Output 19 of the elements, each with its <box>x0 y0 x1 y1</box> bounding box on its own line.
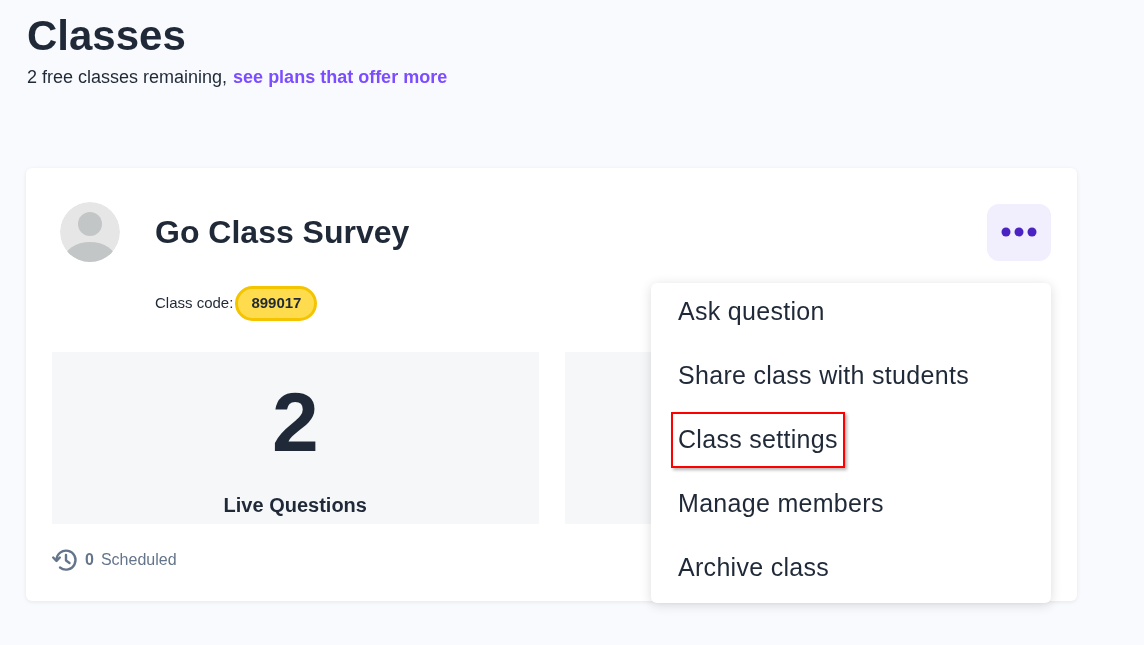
menu-item[interactable]: Ask question <box>671 284 832 340</box>
stat-label: Live Questions <box>223 493 367 518</box>
class-name: Go Class Survey <box>155 213 410 252</box>
avatar-icon <box>60 202 120 262</box>
remaining-classes-text: 2 free classes remaining, <box>27 66 228 89</box>
more-options-button[interactable] <box>987 203 1051 261</box>
menu-item[interactable]: Class settings <box>671 412 845 468</box>
page-title: Classes <box>27 12 186 60</box>
class-code-label: Class code: <box>155 293 234 314</box>
scheduled-count: 0 <box>85 550 94 570</box>
see-plans-link[interactable]: see plans that offer more <box>233 64 448 90</box>
more-dots-icon <box>1001 227 1037 237</box>
menu-item[interactable]: Manage members <box>671 476 891 532</box>
menu-item[interactable]: Share class with students <box>671 348 976 404</box>
history-icon <box>52 548 78 572</box>
scheduled-label: Scheduled <box>100 550 177 570</box>
class-code: 899017 <box>235 286 318 321</box>
menu-item[interactable]: Archive class <box>671 540 837 596</box>
stat-value: 2 <box>271 380 319 464</box>
